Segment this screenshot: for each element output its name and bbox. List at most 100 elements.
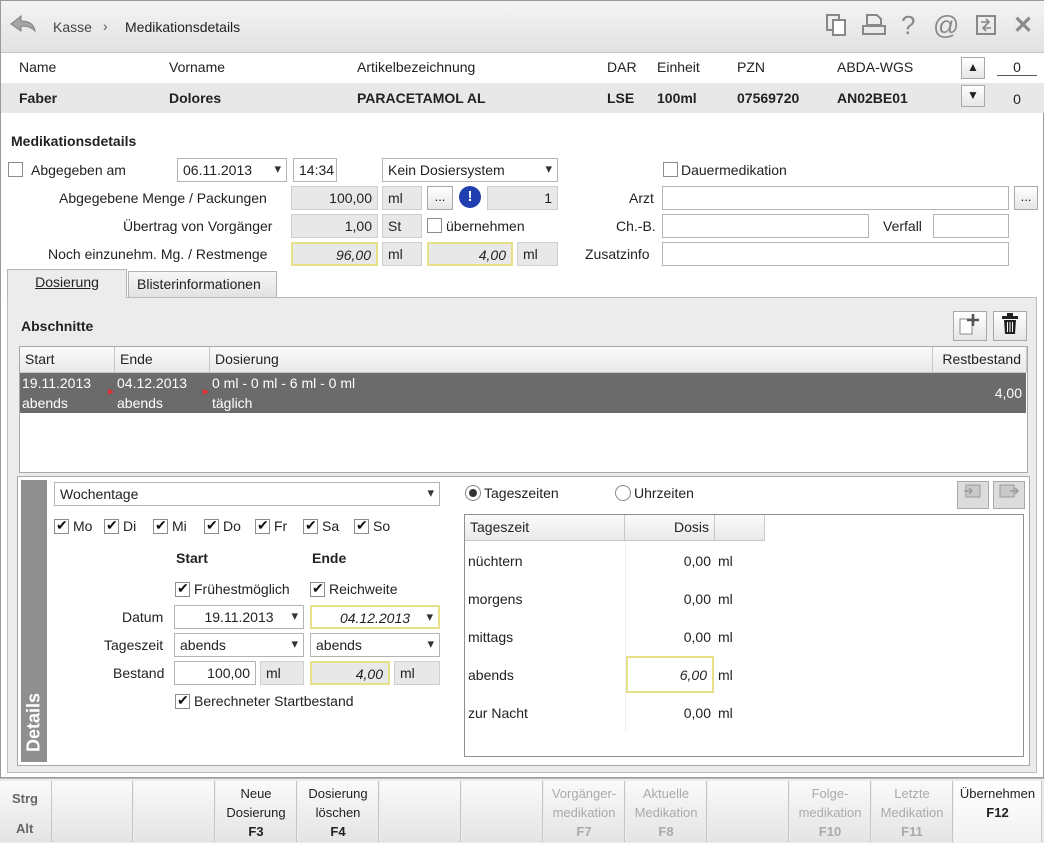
start-bestand-field[interactable]: 100,00 [174, 661, 256, 685]
dose-row-value-3[interactable]: 6,00 [626, 656, 714, 693]
folge-medikation-button[interactable]: Folge-medikation F10 [790, 781, 871, 842]
th-restbestand[interactable]: Restbestand [933, 347, 1027, 373]
verfall-field[interactable] [933, 214, 1009, 238]
back-arrow-icon[interactable] [9, 13, 37, 38]
alt-label[interactable]: Alt [16, 821, 33, 836]
vorgaenger-medikation-button[interactable]: Vorgänger-medikation F7 [544, 781, 625, 842]
day-label-do: Do [223, 518, 241, 534]
row-start-date: 19.11.2013 [22, 375, 92, 391]
verfall-label: Verfall [883, 218, 922, 234]
noch-label: Noch einzunehm. Mg. / Restmenge [48, 246, 268, 262]
import-icon [964, 484, 981, 498]
tab-blister[interactable]: Blisterinformationen [128, 271, 277, 297]
uebernehmen-button[interactable]: Übernehmen F12 [954, 781, 1042, 842]
table-row[interactable]: 19.11.2013 abends ▶ 04.12.2013 abends ▶ … [20, 373, 1026, 413]
strg-label[interactable]: Strg [12, 791, 38, 806]
section-title: Medikationsdetails [11, 133, 137, 149]
col-artikel: Artikelbezeichnung [357, 59, 476, 75]
fkey-f5[interactable] [380, 781, 461, 842]
export-icon [999, 484, 1020, 498]
title-bar: Kasse › Medikationsdetails ? @ ✕ [1, 1, 1044, 53]
day-checkbox-mi[interactable] [153, 517, 168, 534]
fkey-f6[interactable] [462, 781, 543, 842]
dauermedikation-checkbox[interactable] [663, 162, 678, 177]
scroll-up-button[interactable]: ▲ [961, 57, 985, 79]
row-restbestand: 4,00 [994, 385, 1022, 401]
abschnitte-table: Start Ende Dosierung Restbestand 19.11.2… [19, 346, 1028, 473]
th-dosierung[interactable]: Dosierung [210, 347, 933, 373]
day-label-sa: Sa [322, 518, 340, 534]
close-icon[interactable]: ✕ [1013, 11, 1033, 40]
fkey-f1[interactable] [52, 781, 133, 842]
day-checkbox-mo[interactable] [54, 517, 69, 534]
scroll-down-button[interactable]: ▼ [961, 85, 985, 107]
details-side-label: Details [23, 692, 44, 753]
function-key-bar: Strg Alt Neue Dosierung F3 Dosierung lösche… [0, 778, 1044, 843]
time-field[interactable]: 14:34 [293, 158, 337, 182]
dosierung-loeschen-button[interactable]: Dosierung löschen F4 [298, 781, 379, 842]
day-checkbox-do[interactable] [204, 517, 219, 534]
start-date-select[interactable]: 19.11.2013 [174, 605, 304, 629]
dose-row-value-1[interactable]: 0,00 [629, 591, 711, 607]
row-start-time: abends [22, 395, 68, 411]
import-button[interactable] [957, 481, 989, 509]
berechnet-checkbox[interactable] [175, 692, 190, 709]
end-date-select[interactable]: 04.12.2013 [310, 605, 440, 629]
dose-row-value-4[interactable]: 0,00 [629, 705, 711, 721]
delete-section-button[interactable] [993, 311, 1027, 341]
th-start[interactable]: Start [20, 347, 115, 373]
abgegeben-checkbox[interactable] [8, 162, 23, 177]
day-label-fr: Fr [274, 518, 288, 534]
fkey-f9[interactable] [708, 781, 789, 842]
mode-select[interactable]: Wochentage [54, 482, 440, 506]
counter-bottom: 0 [1013, 91, 1021, 107]
date-select[interactable]: 06.11.2013 [177, 158, 287, 182]
export-button[interactable] [993, 481, 1025, 509]
dose-row-name-3: abends [468, 667, 514, 683]
reichweite-checkbox[interactable] [310, 580, 325, 597]
chb-field[interactable] [662, 214, 869, 238]
day-checkbox-di[interactable] [104, 517, 119, 534]
th-dosis: Dosis [625, 515, 715, 541]
start-tageszeit-select[interactable]: abends [174, 633, 304, 657]
add-section-button[interactable] [953, 311, 987, 341]
tab-dosierung[interactable]: Dosierung [7, 269, 127, 298]
print-icon[interactable] [861, 13, 887, 43]
help-icon[interactable]: ? [901, 10, 915, 41]
copy-icon[interactable] [825, 13, 847, 43]
packungen-field: 1 [487, 186, 558, 210]
th-empty [715, 515, 765, 541]
day-label-mo: Mo [73, 518, 93, 534]
info-icon[interactable]: ! [459, 186, 481, 208]
neue-dosierung-button[interactable]: Neue Dosierung F3 [216, 781, 297, 842]
radio-tageszeiten[interactable] [465, 485, 481, 501]
breadcrumb-home[interactable]: Kasse [53, 19, 92, 35]
mail-at-icon[interactable]: @ [933, 10, 959, 41]
end-tageszeit-select[interactable]: abends [310, 633, 440, 657]
day-checkbox-sa[interactable] [303, 517, 318, 534]
row-dosierung: 0 ml - 0 ml - 6 ml - 0 ml [212, 375, 356, 391]
window-switch-icon[interactable] [975, 14, 997, 39]
dose-row-unit-4: ml [718, 705, 733, 721]
aktuelle-medikation-button[interactable]: Aktuelle Medikation F8 [626, 781, 707, 842]
details-side-tab: Details [21, 480, 47, 762]
fkey-f2[interactable] [134, 781, 215, 842]
dose-row-value-0[interactable]: 0,00 [629, 553, 711, 569]
menge-more-button[interactable]: ... [427, 186, 453, 210]
dosiersystem-select[interactable]: Kein Dosiersystem [382, 158, 558, 182]
letzte-medikation-button[interactable]: Letzte Medikation F11 [872, 781, 953, 842]
uebernehmen-checkbox[interactable] [427, 218, 442, 233]
day-checkbox-fr[interactable] [255, 517, 270, 534]
arzt-label: Arzt [629, 190, 654, 206]
radio-uhrzeiten[interactable] [615, 485, 631, 501]
zusatz-field[interactable] [662, 242, 1009, 266]
day-checkbox-so[interactable] [354, 517, 369, 534]
end-bestand-field: 4,00 [310, 661, 390, 685]
arzt-field[interactable] [662, 186, 1009, 210]
arzt-more-button[interactable]: ... [1014, 186, 1038, 210]
restmenge-field: 4,00 [427, 242, 513, 266]
dose-row-value-2[interactable]: 0,00 [629, 629, 711, 645]
fruehest-checkbox[interactable] [175, 580, 190, 597]
val-name: Faber [19, 90, 58, 106]
th-ende[interactable]: Ende [115, 347, 210, 373]
